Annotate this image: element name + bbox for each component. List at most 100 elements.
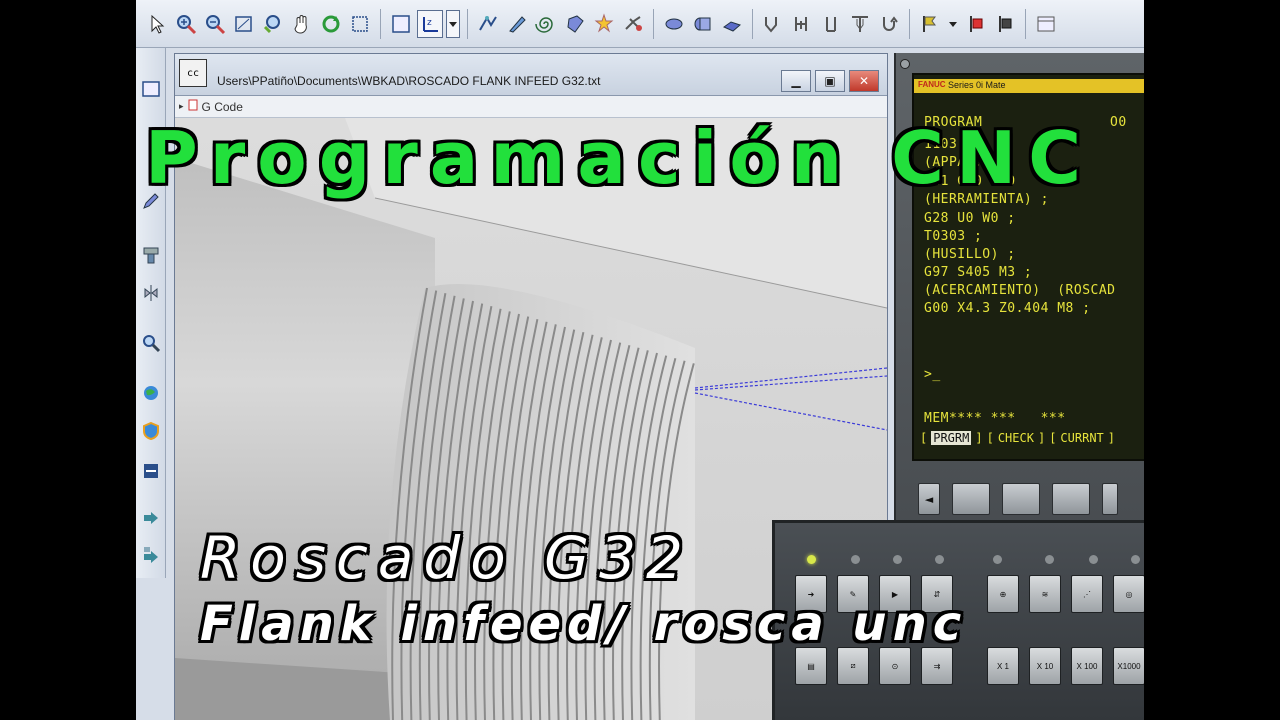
- zoom-fit-icon[interactable]: [260, 10, 286, 38]
- reference-icon: ⊕: [999, 589, 1007, 599]
- export-icon[interactable]: [992, 10, 1018, 38]
- minimize-icon: ▁: [791, 74, 801, 88]
- globe-icon[interactable]: [138, 380, 164, 406]
- gcode-label: G Code: [201, 99, 243, 114]
- program-line: G00 X4.3 Z0.404 M8 ;: [924, 301, 1091, 316]
- program-line: G28 U0 W0 ;: [924, 211, 1016, 226]
- export-arrow-icon[interactable]: [138, 542, 164, 568]
- status-led: [851, 555, 860, 564]
- inspect-icon[interactable]: [138, 330, 164, 356]
- zoom-window-icon[interactable]: [231, 10, 257, 38]
- soft-key-2[interactable]: [1002, 483, 1040, 515]
- softkey-close-bracket: ]: [975, 431, 983, 445]
- minimize-button[interactable]: ▁: [781, 70, 811, 92]
- turn-tool-icon[interactable]: [789, 10, 815, 38]
- program-number: O0: [1110, 115, 1127, 130]
- block-skip-key[interactable]: ⧄: [837, 647, 869, 685]
- list-icon[interactable]: [138, 458, 164, 484]
- softkey-current[interactable]: CURRNT: [1060, 431, 1103, 445]
- dropdown-arrow-icon[interactable]: [946, 10, 960, 38]
- softkey-check[interactable]: CHECK: [998, 431, 1034, 445]
- softkey-prgrm[interactable]: PRGRM: [931, 431, 972, 445]
- handwheel-icon: ◎: [1125, 589, 1133, 599]
- dry-run-icon: ⇉: [933, 661, 941, 671]
- status-led: [807, 555, 816, 564]
- ref-return-key[interactable]: ⊕: [987, 575, 1019, 613]
- status-led: [1045, 555, 1054, 564]
- drill-tool-icon[interactable]: [847, 10, 873, 38]
- toolpath-icon[interactable]: [475, 10, 501, 38]
- pan-hand-icon[interactable]: [289, 10, 315, 38]
- program-line: G97 S405 M3 ;: [924, 265, 1033, 280]
- part-icon[interactable]: [661, 10, 687, 38]
- single-block-key[interactable]: ▤: [795, 647, 827, 685]
- dropdown-arrow-icon[interactable]: [446, 9, 460, 38]
- soft-key-4[interactable]: [1102, 483, 1118, 515]
- handle-key[interactable]: ◎: [1113, 575, 1144, 613]
- fixture-icon[interactable]: [719, 10, 745, 38]
- panel-icon[interactable]: [1033, 10, 1059, 38]
- maximize-button[interactable]: ▣: [815, 70, 845, 92]
- soft-key-1[interactable]: [952, 483, 990, 515]
- expand-icon: ▸: [179, 101, 184, 111]
- stock-icon[interactable]: [562, 10, 588, 38]
- jog-x10-key[interactable]: X 10: [1029, 647, 1061, 685]
- shield-icon[interactable]: [138, 418, 164, 444]
- close-icon: ✕: [858, 74, 870, 88]
- cylinder-icon[interactable]: [690, 10, 716, 38]
- fanuc-logo: FANUC: [918, 80, 946, 89]
- program-line: T0303 ;: [924, 229, 983, 244]
- maximize-icon: ▣: [824, 74, 836, 88]
- thread-tool-icon[interactable]: [760, 10, 786, 38]
- video-subtitle-line1: Roscado G32: [200, 524, 693, 592]
- save-icon[interactable]: [963, 10, 989, 38]
- optional-stop-key[interactable]: ⊙: [879, 647, 911, 685]
- status-led: [1131, 555, 1140, 564]
- close-button[interactable]: ✕: [849, 70, 879, 92]
- return-icon[interactable]: [876, 10, 902, 38]
- jog-x1-key[interactable]: X 1: [987, 647, 1019, 685]
- rotate-icon[interactable]: [318, 10, 344, 38]
- toolbar-separator: [467, 8, 468, 39]
- tool-icon[interactable]: [504, 10, 530, 38]
- document-icon: [188, 99, 198, 114]
- toolbar-separator: [909, 8, 910, 39]
- zoom-out-icon[interactable]: [202, 10, 228, 38]
- mirror-icon[interactable]: [138, 280, 164, 306]
- gcode-tab[interactable]: ▸ G Code: [179, 99, 243, 114]
- spiral-icon[interactable]: [533, 10, 559, 38]
- file-path: Users\PPatiño\Documents\WBKAD\ROSCADO FL…: [217, 74, 601, 88]
- nav-left-key[interactable]: ◄: [918, 483, 940, 515]
- status-led: [935, 555, 944, 564]
- incremental-key[interactable]: ⋰: [1071, 575, 1103, 613]
- fanuc-header: FANUC Series 0i Mate: [914, 79, 1144, 93]
- single-block-icon: ▤: [807, 661, 815, 671]
- jog-key[interactable]: ≋: [1029, 575, 1061, 613]
- import-arrow-icon[interactable]: [138, 506, 164, 532]
- select-arrow-icon[interactable]: [144, 10, 170, 38]
- axis-icon[interactable]: z: [417, 9, 443, 38]
- video-title: Programación CNC: [145, 116, 1094, 200]
- box-select-icon[interactable]: [347, 10, 373, 38]
- jog-x100-key[interactable]: X 100: [1071, 647, 1103, 685]
- window-icon[interactable]: [138, 76, 164, 102]
- cut-icon[interactable]: [620, 10, 646, 38]
- cc-button[interactable]: cc: [179, 59, 207, 87]
- optional-stop-icon: ⊙: [891, 661, 899, 671]
- softkey-buttons: ◄: [912, 483, 1144, 519]
- status-led: [893, 555, 902, 564]
- jog-x1000-key[interactable]: X1000: [1113, 647, 1144, 685]
- groove-tool-icon[interactable]: [818, 10, 844, 38]
- svg-text:z: z: [427, 18, 432, 28]
- softkey-open-bracket: [: [1049, 431, 1057, 445]
- input-prompt[interactable]: >_: [924, 367, 941, 382]
- dry-run-key[interactable]: ⇉: [921, 647, 953, 685]
- flag-icon[interactable]: [917, 10, 943, 38]
- zoom-in-icon[interactable]: [173, 10, 199, 38]
- machine-icon[interactable]: [138, 242, 164, 268]
- thread-section: [386, 284, 695, 720]
- simulate-icon[interactable]: [591, 10, 617, 38]
- toolbar-separator: [653, 8, 654, 39]
- soft-key-3[interactable]: [1052, 483, 1090, 515]
- view-front-icon[interactable]: [388, 10, 414, 38]
